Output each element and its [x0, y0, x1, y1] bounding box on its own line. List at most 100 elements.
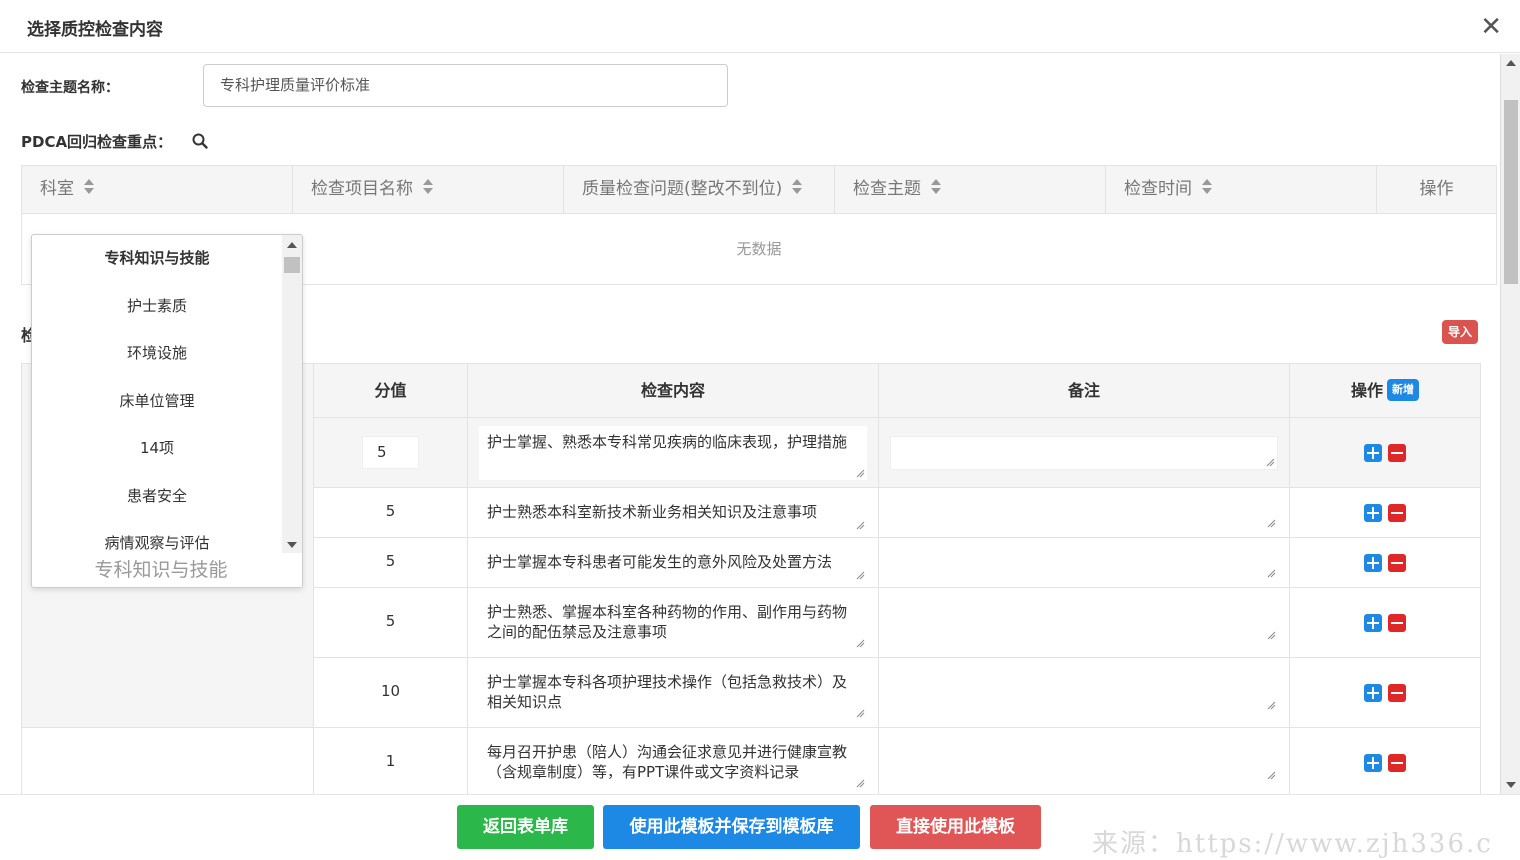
remark-textarea[interactable]: [890, 546, 1278, 580]
column-remark: 备注: [879, 364, 1290, 417]
category-cell: [22, 728, 314, 794]
score-cell: 5: [314, 538, 468, 587]
resize-handle-icon[interactable]: [1267, 631, 1276, 640]
remark-textarea[interactable]: [890, 436, 1278, 470]
dropdown-option[interactable]: 专科知识与技能: [32, 235, 282, 283]
resize-handle-icon[interactable]: [1267, 701, 1276, 710]
remark-textarea[interactable]: [890, 738, 1278, 782]
scroll-down-icon[interactable]: [1506, 782, 1516, 788]
theme-name-input[interactable]: 专科护理质量评价标准: [203, 64, 728, 107]
modal-dialog: 选择质控检查内容 ✕ 检查主题名称： 专科护理质量评价标准 PDCA回归检查重点…: [0, 0, 1520, 859]
column-check-time[interactable]: 检查时间: [1106, 166, 1377, 213]
plus-icon[interactable]: [1364, 444, 1382, 462]
remark-cell: [879, 728, 1290, 794]
content-textarea[interactable]: 每月召开护患（陪人）沟通会征求意见并进行健康宣教（含规章制度）等，有PPT课件或…: [479, 736, 867, 790]
actions-cell: [1290, 728, 1480, 794]
dropdown-scrollbar[interactable]: [282, 235, 302, 555]
column-theme[interactable]: 检查主题: [835, 166, 1106, 213]
actions-cell: [1290, 658, 1480, 727]
pdca-table-header: 科室 检查项目名称 质量检查问题(整改不到位) 检查主题 检查时间 操作: [22, 166, 1496, 214]
dropdown-option[interactable]: 护士素质: [32, 283, 282, 331]
sort-icon[interactable]: [84, 179, 94, 195]
content-cell: 护士掌握、熟悉本专科常见疾病的临床表现，护理措施: [468, 418, 879, 487]
score-input[interactable]: 5: [362, 436, 419, 469]
resize-handle-icon[interactable]: [1267, 771, 1276, 780]
minus-icon[interactable]: [1388, 684, 1406, 702]
plus-icon[interactable]: [1364, 684, 1382, 702]
resize-handle-icon[interactable]: [856, 571, 865, 580]
score-cell: 10: [314, 658, 468, 727]
score-value[interactable]: 5: [314, 502, 467, 520]
resize-handle-icon[interactable]: [856, 779, 865, 788]
resize-handle-icon[interactable]: [1266, 458, 1275, 467]
sort-icon[interactable]: [1202, 179, 1212, 195]
resize-handle-icon[interactable]: [856, 639, 865, 648]
plus-icon[interactable]: [1364, 754, 1382, 772]
category-dropdown[interactable]: 专科知识与技能 护士素质 环境设施 床单位管理 14项 患者安全 病情观察与评估…: [31, 234, 303, 588]
content-textarea[interactable]: 护士掌握、熟悉本专科常见疾病的临床表现，护理措施: [479, 426, 867, 480]
minus-icon[interactable]: [1388, 554, 1406, 572]
remark-cell: [879, 418, 1290, 487]
back-to-form-library-button[interactable]: 返回表单库: [457, 805, 594, 849]
scroll-thumb[interactable]: [1504, 100, 1518, 284]
scroll-up-icon[interactable]: [1506, 60, 1516, 66]
dropdown-selected-value[interactable]: 专科知识与技能: [32, 553, 302, 587]
resize-handle-icon[interactable]: [856, 469, 865, 478]
modal-body: 检查主题名称： 专科护理质量评价标准 PDCA回归检查重点： 科室 检查项目名称…: [0, 54, 1500, 794]
scroll-thumb[interactable]: [284, 257, 300, 273]
remark-cell: [879, 658, 1290, 727]
resize-handle-icon[interactable]: [856, 709, 865, 718]
dropdown-option[interactable]: 患者安全: [32, 473, 282, 521]
dropdown-option[interactable]: 环境设施: [32, 330, 282, 378]
content-cell: 护士熟悉本科室新技术新业务相关知识及注意事项: [468, 488, 879, 537]
use-and-save-template-button[interactable]: 使用此模板并保存到模板库: [603, 805, 860, 849]
minus-icon[interactable]: [1388, 504, 1406, 522]
dropdown-option[interactable]: 14项: [32, 425, 282, 473]
resize-handle-icon[interactable]: [1267, 569, 1276, 578]
add-row-button[interactable]: 新增: [1387, 378, 1419, 401]
resize-handle-icon[interactable]: [1267, 519, 1276, 528]
remark-cell: [879, 588, 1290, 657]
scroll-up-icon[interactable]: [287, 242, 297, 248]
modal-title: 选择质控检查内容: [27, 20, 163, 40]
modal-footer: 返回表单库 使用此模板并保存到模板库 直接使用此模板 来源：https://ww…: [0, 794, 1520, 859]
content-textarea[interactable]: 护士掌握本专科患者可能发生的意外风险及处置方法: [479, 544, 867, 582]
search-icon[interactable]: [191, 132, 209, 150]
score-value[interactable]: 1: [314, 752, 467, 770]
plus-icon[interactable]: [1364, 554, 1382, 572]
content-textarea[interactable]: 护士熟悉、掌握本科室各种药物的作用、副作用与药物之间的配伍禁忌及注意事项: [479, 596, 867, 650]
column-quality-issue[interactable]: 质量检查问题(整改不到位): [564, 166, 835, 213]
dropdown-option[interactable]: 床单位管理: [32, 378, 282, 426]
column-score: 分值: [314, 364, 468, 417]
plus-icon[interactable]: [1364, 504, 1382, 522]
column-department[interactable]: 科室: [22, 166, 293, 213]
remark-textarea[interactable]: [890, 598, 1278, 642]
close-icon[interactable]: ✕: [1480, 12, 1502, 42]
theme-name-label: 检查主题名称：: [21, 80, 119, 96]
content-textarea[interactable]: 护士熟悉本科室新技术新业务相关知识及注意事项: [479, 494, 867, 532]
content-textarea[interactable]: 护士掌握本专科各项护理技术操作（包括急救技术）及相关知识点: [479, 666, 867, 720]
scroll-down-icon[interactable]: [287, 542, 297, 548]
import-button[interactable]: 导入: [1442, 320, 1478, 344]
remark-textarea[interactable]: [890, 496, 1278, 530]
score-cell: 1: [314, 728, 468, 794]
column-item-name[interactable]: 检查项目名称: [293, 166, 564, 213]
score-value[interactable]: 5: [314, 612, 467, 630]
remark-textarea[interactable]: [890, 668, 1278, 712]
sort-icon[interactable]: [931, 179, 941, 195]
resize-handle-icon[interactable]: [856, 521, 865, 530]
score-cell: 5: [314, 488, 468, 537]
minus-icon[interactable]: [1388, 614, 1406, 632]
use-template-directly-button[interactable]: 直接使用此模板: [870, 805, 1041, 849]
minus-icon[interactable]: [1388, 754, 1406, 772]
modal-header: 选择质控检查内容 ✕: [0, 0, 1520, 53]
remark-cell: [879, 538, 1290, 587]
sort-icon[interactable]: [792, 179, 803, 195]
score-value[interactable]: 5: [314, 552, 467, 570]
modal-scrollbar[interactable]: [1500, 54, 1520, 794]
sort-icon[interactable]: [423, 179, 433, 195]
dropdown-list: 专科知识与技能 护士素质 环境设施 床单位管理 14项 患者安全 病情观察与评估: [32, 235, 282, 568]
minus-icon[interactable]: [1388, 444, 1406, 462]
score-value[interactable]: 10: [314, 682, 467, 700]
plus-icon[interactable]: [1364, 614, 1382, 632]
